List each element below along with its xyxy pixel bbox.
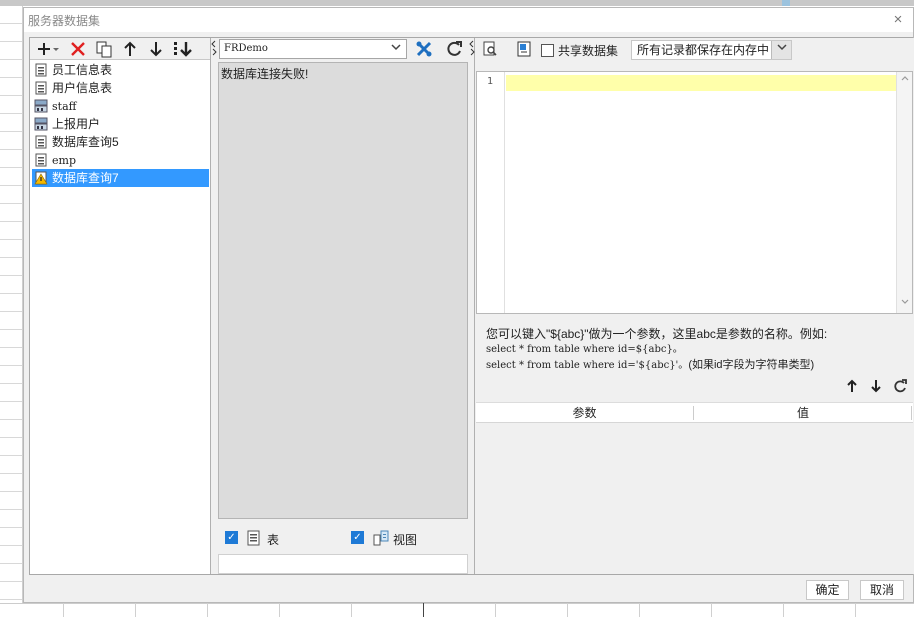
editor-scrollbar[interactable]	[896, 72, 912, 313]
column-divider	[911, 406, 912, 420]
db-warning-icon	[34, 171, 48, 185]
background-toolbar-strip	[0, 0, 914, 6]
hint-line: 您可以键入"${abc}"做为一个参数，这里abc是参数的名称。例如:	[486, 327, 828, 341]
sql-editor-panel: 共享数据集 所有记录都保存在内存中 1 您可以键入"${abc}"做为一个参数，…	[475, 38, 914, 574]
connection-panel: FRDemo 数据库连接失败! ✓ 表 ✓ 视图	[217, 38, 469, 574]
share-dataset-checkbox[interactable]	[541, 44, 554, 57]
value-column-header: 值	[796, 406, 809, 420]
dataset-tree: 员工信息表 用户信息表 staff 上报用户 数据库查询5 emp 数据库查询7	[32, 61, 209, 187]
background-cell-divider	[207, 603, 208, 617]
table-checkbox-label: 表	[267, 533, 280, 547]
dialog-titlebar: 服务器数据集 ×	[24, 8, 913, 32]
sort-icon[interactable]	[172, 39, 194, 59]
refresh-icon[interactable]	[890, 378, 910, 398]
background-cell-divider	[639, 603, 640, 617]
object-type-filters: ✓ 表 ✓ 视图	[217, 525, 469, 551]
add-icon[interactable]	[34, 39, 60, 59]
dialog-content: 员工信息表 用户信息表 staff 上报用户 数据库查询5 emp 数据库查询7…	[29, 37, 914, 575]
server-table-icon	[34, 117, 48, 131]
view-checkbox[interactable]: ✓	[351, 531, 364, 544]
db-table-icon	[35, 63, 47, 77]
view-checkbox-label: 视图	[393, 533, 418, 547]
connection-settings-icon[interactable]	[413, 39, 435, 59]
chevron-down-icon[interactable]	[388, 41, 404, 57]
storage-mode-select[interactable]: 所有记录都保存在内存中	[631, 40, 792, 60]
dataset-item-label: 上报用户	[52, 117, 101, 131]
hint-example-1: select * from table where id=${abc}。	[486, 344, 683, 355]
move-up-icon[interactable]	[842, 378, 862, 398]
chevron-down-icon[interactable]	[771, 41, 791, 59]
line-number: 1	[487, 76, 494, 87]
dataset-item[interactable]: staff	[32, 97, 209, 115]
parameter-table[interactable]: 参数 值	[476, 402, 913, 574]
dataset-item[interactable]: 员工信息表	[32, 61, 209, 79]
dataset-item-label: staff	[52, 100, 77, 113]
table-search-input[interactable]	[218, 554, 468, 574]
background-sheet-rows	[0, 6, 23, 617]
server-dataset-dialog: 服务器数据集 × 员工信息表 用户信息表 staff 上报用户 数据库查询5 e…	[23, 7, 914, 603]
background-cell-divider	[567, 603, 568, 617]
parameter-toolbar	[842, 378, 912, 398]
dialog-title: 服务器数据集	[28, 14, 101, 28]
server-table-icon	[34, 99, 48, 113]
db-table-icon	[35, 153, 47, 167]
scroll-down-icon[interactable]	[897, 297, 912, 312]
current-line-highlight	[506, 75, 896, 91]
dataset-item[interactable]: 上报用户	[32, 115, 209, 133]
sql-editor[interactable]: 1	[476, 71, 913, 314]
hint-example-2: select * from table where id='${abc}'。	[486, 360, 689, 371]
background-accent	[782, 0, 790, 6]
background-cell-divider	[279, 603, 280, 617]
save-icon[interactable]	[515, 41, 533, 59]
close-icon[interactable]: ×	[889, 11, 907, 29]
background-cell-divider	[63, 603, 64, 617]
move-down-icon[interactable]	[866, 378, 886, 398]
scroll-up-icon[interactable]	[897, 73, 912, 88]
cancel-button[interactable]: 取消	[860, 580, 904, 600]
db-table-icon	[35, 135, 47, 149]
copy-icon[interactable]	[94, 39, 114, 59]
dataset-item[interactable]: emp	[32, 151, 209, 169]
param-column-header: 参数	[572, 406, 597, 420]
preview-icon[interactable]	[481, 41, 499, 59]
line-number-gutter: 1	[477, 72, 505, 313]
dataset-item[interactable]: 数据库查询5	[32, 133, 209, 151]
dataset-item-label: 员工信息表	[52, 63, 113, 77]
background-sheet-bottom	[0, 603, 914, 617]
dataset-toolbar	[30, 38, 210, 60]
share-dataset-label: 共享数据集	[558, 44, 619, 58]
background-cell-divider	[783, 603, 784, 617]
delete-icon[interactable]	[68, 39, 88, 59]
refresh-icon[interactable]	[443, 39, 465, 59]
view-icon	[373, 530, 389, 546]
hint-example-2-row: select * from table where id='${abc}'。(如…	[486, 357, 827, 373]
parameter-table-header: 参数 值	[476, 403, 913, 423]
db-table-icon	[35, 81, 47, 95]
dataset-item-label: 用户信息表	[52, 81, 113, 95]
table-browser[interactable]: 数据库连接失败!	[218, 62, 468, 519]
background-cell-divider	[351, 603, 352, 617]
storage-mode-value: 所有记录都保存在内存中	[637, 43, 770, 57]
dataset-item-label: 数据库查询5	[52, 135, 119, 149]
connection-select-value: FRDemo	[224, 43, 268, 54]
background-cell-divider	[855, 603, 856, 617]
move-down-icon[interactable]	[146, 39, 166, 59]
move-up-icon[interactable]	[120, 39, 140, 59]
parameter-hint: 您可以键入"${abc}"做为一个参数，这里abc是参数的名称。例如: sele…	[486, 327, 827, 373]
hint-example-2-note: (如果id字段为字符串类型)	[688, 359, 815, 371]
dataset-item-label: 数据库查询7	[52, 171, 119, 185]
table-checkbox[interactable]: ✓	[225, 531, 238, 544]
table-icon	[247, 530, 260, 546]
dataset-item-label: emp	[52, 154, 76, 167]
background-cell-divider	[495, 603, 496, 617]
dataset-item[interactable]: 用户信息表	[32, 79, 209, 97]
background-cell-divider	[135, 603, 136, 617]
background-cell-divider	[711, 603, 712, 617]
dataset-item-selected[interactable]: 数据库查询7	[32, 169, 209, 187]
dataset-list-panel: 员工信息表 用户信息表 staff 上报用户 数据库查询5 emp 数据库查询7	[30, 38, 211, 574]
connection-error-message: 数据库连接失败!	[221, 67, 309, 81]
connection-select[interactable]: FRDemo	[219, 39, 407, 59]
background-cell-divider	[423, 603, 424, 617]
ok-button[interactable]: 确定	[806, 580, 849, 600]
